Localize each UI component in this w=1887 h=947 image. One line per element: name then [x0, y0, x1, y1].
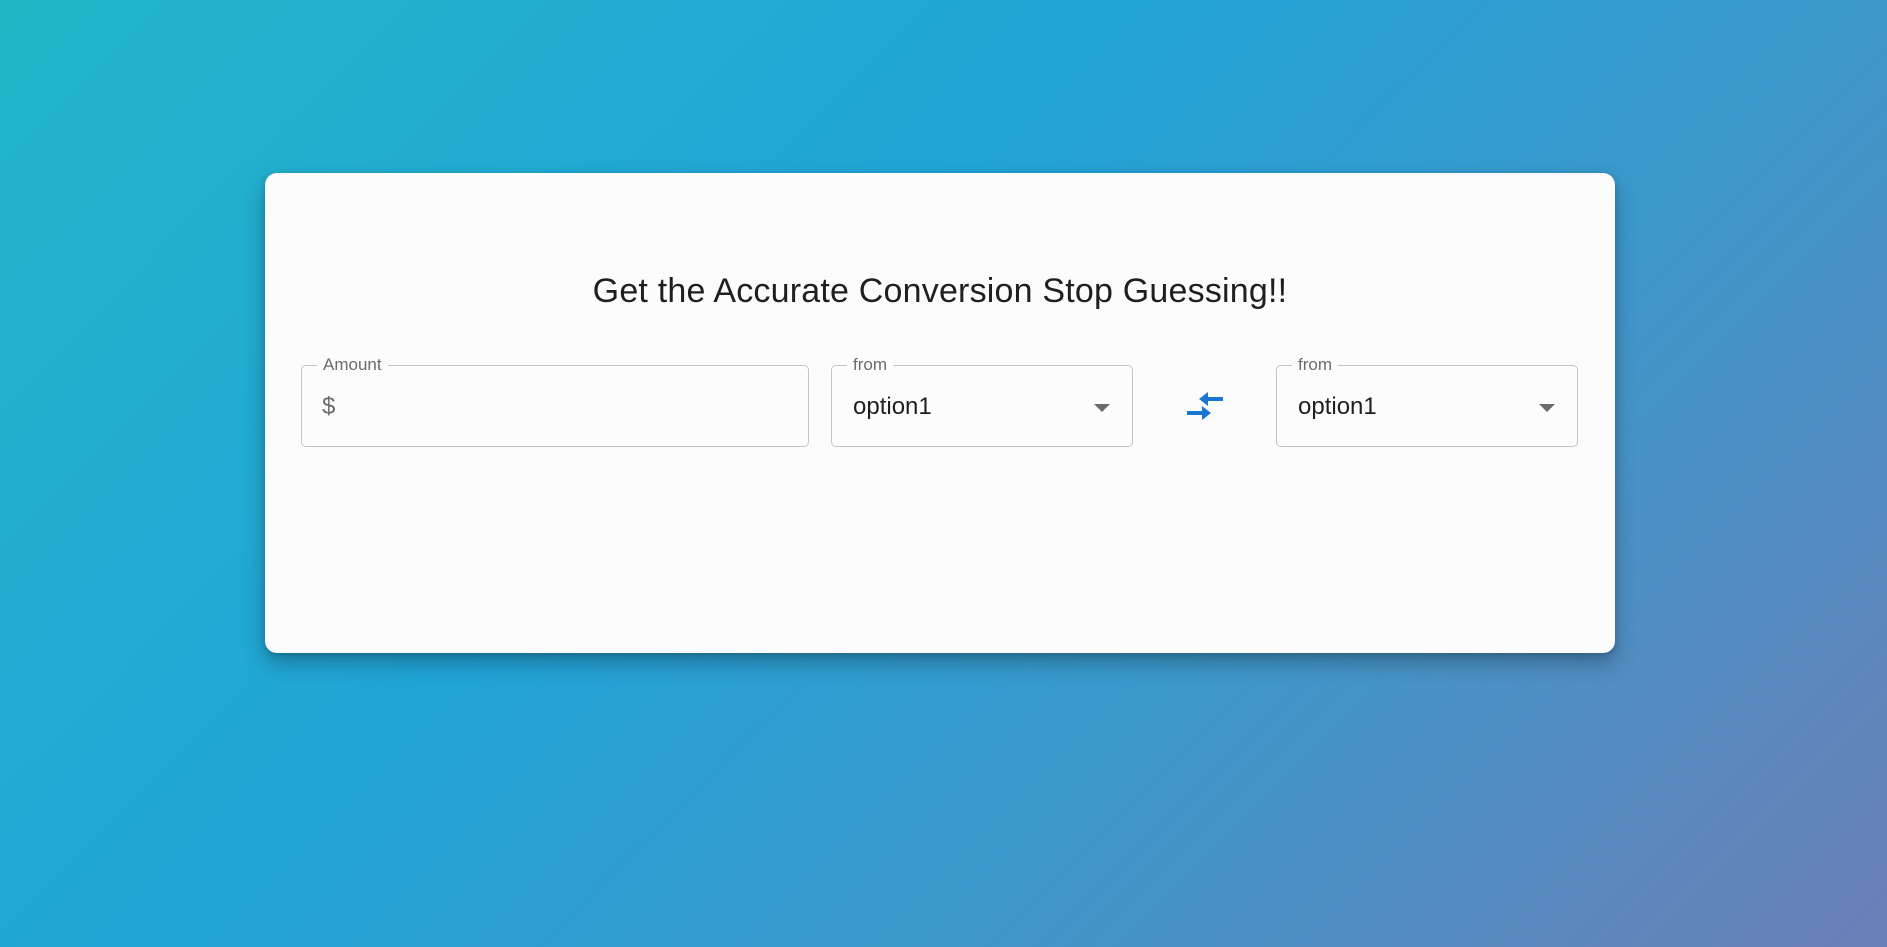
- converter-card: Get the Accurate Conversion Stop Guessin…: [265, 173, 1615, 653]
- from-select-label: from: [847, 355, 893, 375]
- arrow-drop-down-icon[interactable]: [1094, 404, 1110, 412]
- amount-input[interactable]: [347, 386, 791, 428]
- currency-prefix: $: [322, 393, 336, 420]
- from-currency-select[interactable]: from option1: [831, 355, 1133, 447]
- to-currency-select[interactable]: from option1: [1276, 355, 1578, 447]
- swap-currencies-button[interactable]: [1183, 386, 1227, 426]
- amount-label: Amount: [317, 355, 388, 375]
- compare-arrows-icon[interactable]: [1183, 386, 1227, 426]
- amount-field[interactable]: Amount $: [301, 355, 809, 447]
- arrow-drop-down-icon[interactable]: [1539, 404, 1555, 412]
- to-select-label: from: [1292, 355, 1338, 375]
- to-select-value: option1: [1298, 393, 1377, 420]
- from-select-value: option1: [853, 393, 932, 420]
- page-title: Get the Accurate Conversion Stop Guessin…: [592, 272, 1288, 310]
